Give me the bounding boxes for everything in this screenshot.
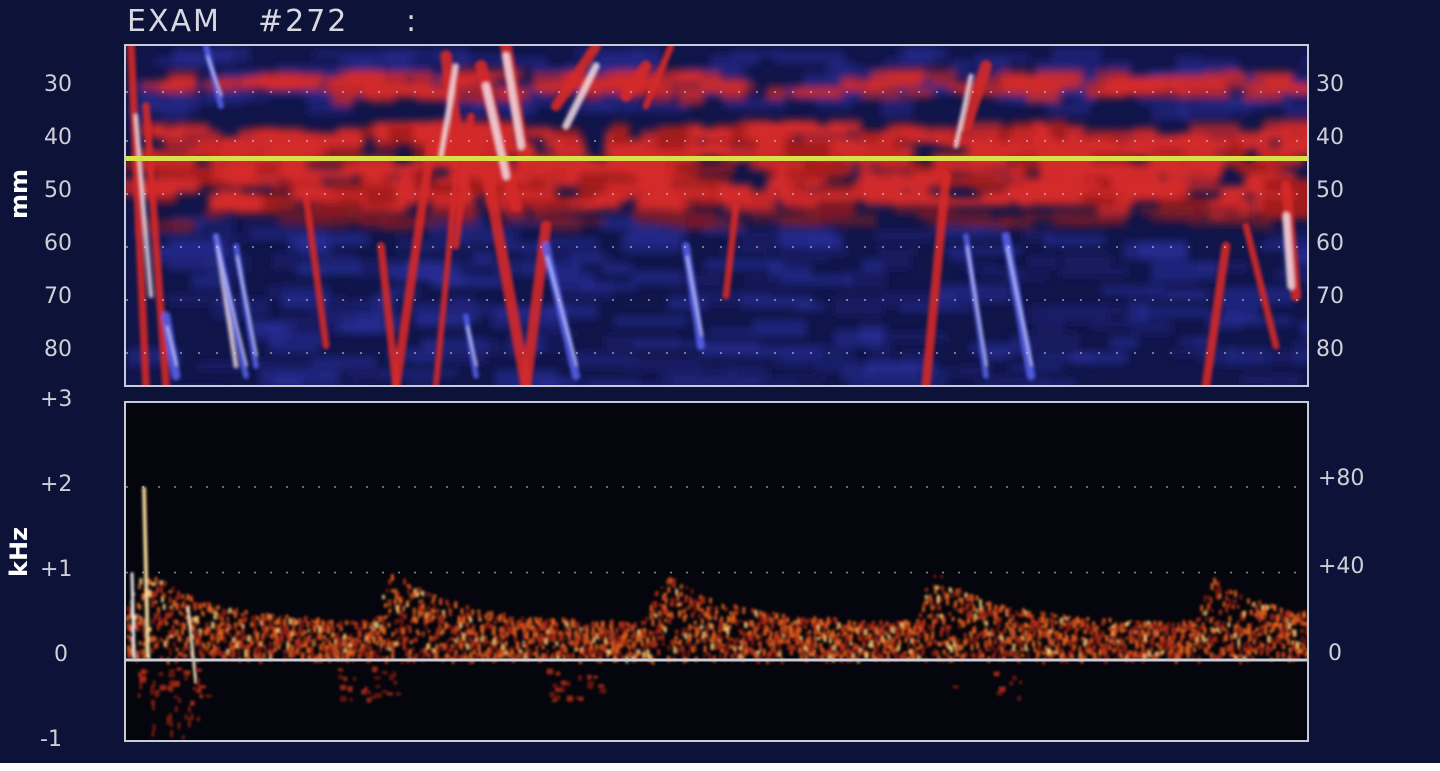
doppler-tick-left: +2 xyxy=(40,472,73,497)
mmode-color-flow-panel xyxy=(124,44,1309,387)
doppler-tick-left: +3 xyxy=(40,387,73,412)
mmode-tick-left: 50 xyxy=(44,178,72,203)
mmode-image xyxy=(126,46,1307,385)
exam-separator: : xyxy=(406,4,419,39)
mmode-tick-right: 50 xyxy=(1316,178,1344,203)
doppler-tick-right: +40 xyxy=(1318,554,1365,579)
mmode-tick-left: 40 xyxy=(44,125,72,150)
doppler-tick-right: +80 xyxy=(1318,466,1365,491)
doppler-tick-left: +1 xyxy=(40,557,73,582)
doppler-spectrum-panel xyxy=(124,401,1309,742)
exam-title: EXAM xyxy=(127,4,221,39)
doppler-spectrum-image xyxy=(126,486,1307,740)
doppler-tick-right: 0 xyxy=(1328,641,1342,666)
mmode-tick-left: 70 xyxy=(44,284,72,309)
mmode-tick-right: 60 xyxy=(1316,231,1344,256)
mmode-tick-right: 80 xyxy=(1316,337,1344,362)
mmode-tick-left: 80 xyxy=(44,337,72,362)
mmode-tick-right: 70 xyxy=(1316,284,1344,309)
mmode-tick-right: 40 xyxy=(1316,125,1344,150)
doppler-tick-left: 0 xyxy=(54,642,68,667)
mmode-tick-left: 60 xyxy=(44,231,72,256)
mmode-axis-label: mm xyxy=(5,168,33,219)
mmode-tick-left: 30 xyxy=(44,72,72,97)
mmode-tick-right: 30 xyxy=(1316,72,1344,97)
bottom-margin xyxy=(0,763,1440,771)
doppler-axis-label: kHz xyxy=(5,527,33,578)
doppler-monitor-screen: EXAM #272 : 30 40 50 60 70 80 30 40 50 6… xyxy=(0,0,1440,763)
exam-number: #272 xyxy=(258,4,349,39)
doppler-tick-left: -1 xyxy=(40,727,62,752)
